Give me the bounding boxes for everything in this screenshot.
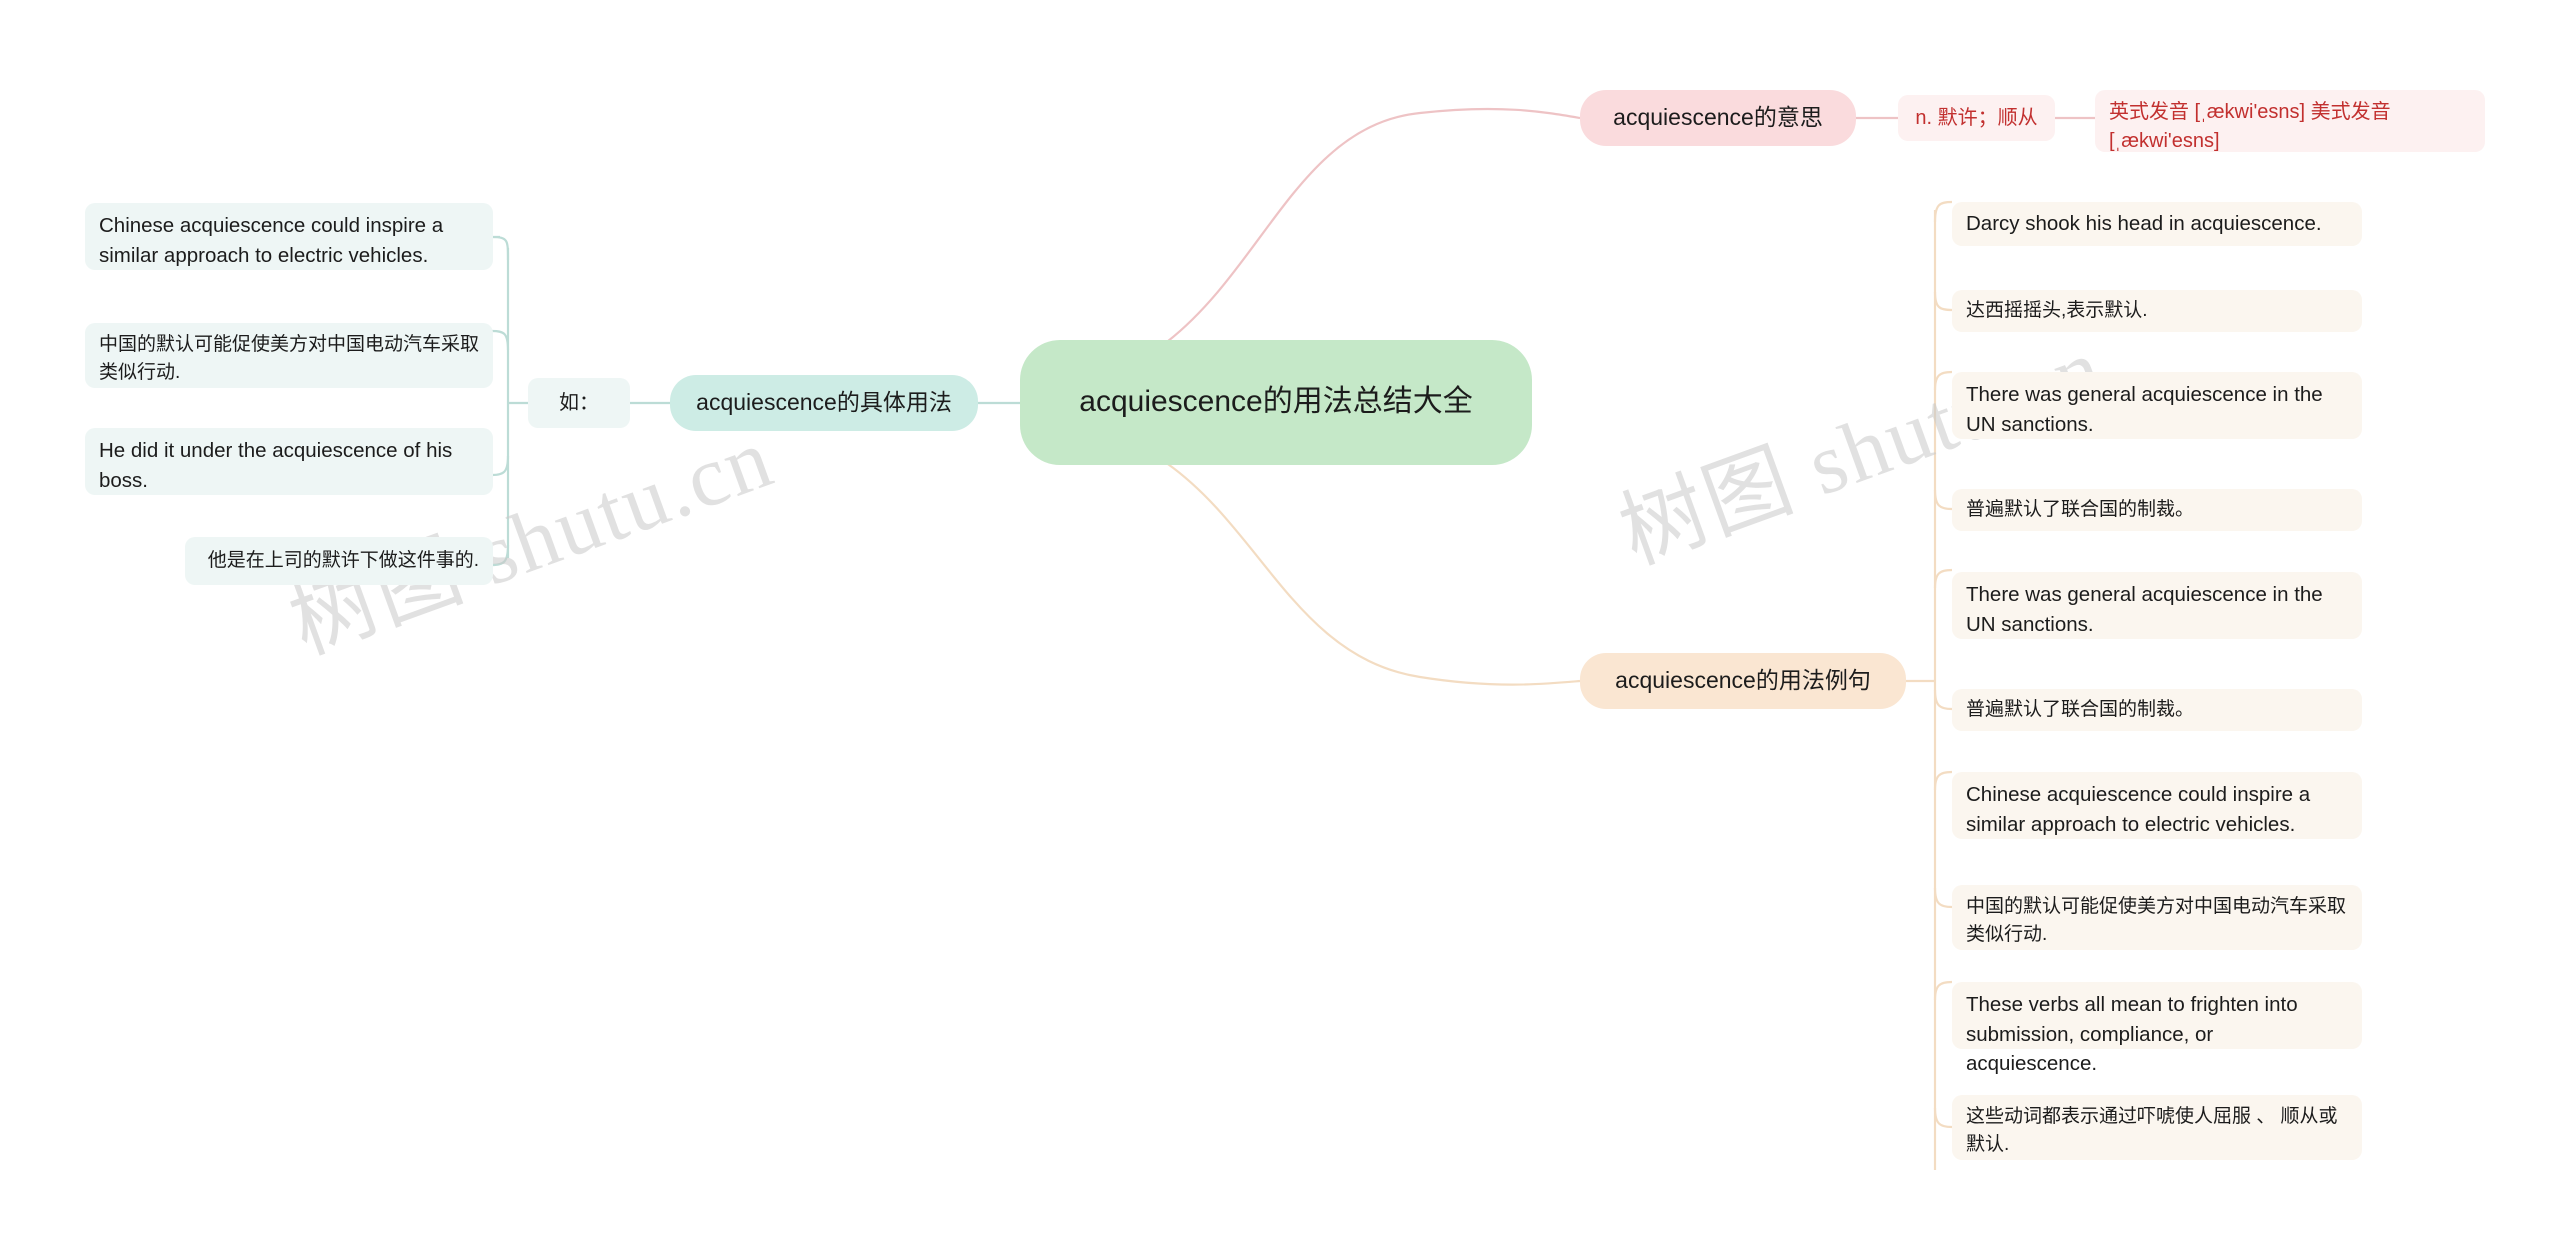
example-item-text: 普遍默认了联合国的制裁。	[1966, 699, 2195, 721]
meaning-definition-card[interactable]: n. 默许；顺从	[1898, 95, 2055, 141]
example-item-text: Chinese acquiescence could inspire a sim…	[1966, 783, 2311, 836]
root-node[interactable]: acquiescence的用法总结大全	[1020, 340, 1532, 465]
example-item-text: These verbs all mean to frighten into su…	[1966, 993, 2298, 1076]
example-item-text: 这些动词都表示通过吓唬使人屈服 、 顺从或默认.	[1966, 1106, 2338, 1155]
branch-usage[interactable]: acquiescence的具体用法	[670, 375, 978, 431]
usage-item-text: 中国的默认可能促使美方对中国电动汽车采取类似行动.	[99, 334, 480, 383]
usage-item-card[interactable]: 他是在上司的默许下做这件事的.	[185, 537, 493, 585]
example-item-card[interactable]: Chinese acquiescence could inspire a sim…	[1952, 772, 2362, 839]
example-item-card[interactable]: 普遍默认了联合国的制裁。	[1952, 489, 2362, 531]
usage-connector-label[interactable]: 如：	[528, 378, 630, 428]
example-item-text: There was general acquiescence in the UN…	[1966, 583, 2323, 636]
example-item-card[interactable]: 这些动词都表示通过吓唬使人屈服 、 顺从或默认.	[1952, 1095, 2362, 1160]
usage-connector-text: 如：	[559, 391, 599, 414]
branch-usage-label: acquiescence的具体用法	[696, 389, 952, 416]
meaning-pronunciation-text: 英式发音 [ˌækwi'esns] 美式发音 [ˌækwi'esns]	[2109, 101, 2391, 152]
branch-examples[interactable]: acquiescence的用法例句	[1580, 653, 1906, 709]
mindmap-nodes: acquiescence的用法总结大全 acquiescence的具体用法 如：…	[0, 0, 2560, 1255]
usage-item-text: 他是在上司的默许下做这件事的.	[207, 550, 479, 572]
example-item-card[interactable]: 中国的默认可能促使美方对中国电动汽车采取类似行动.	[1952, 885, 2362, 950]
example-item-text: 中国的默认可能促使美方对中国电动汽车采取类似行动.	[1966, 896, 2347, 945]
usage-item-card[interactable]: 中国的默认可能促使美方对中国电动汽车采取类似行动.	[85, 323, 493, 388]
example-item-text: There was general acquiescence in the UN…	[1966, 383, 2323, 436]
meaning-definition-text: n. 默许；顺从	[1915, 106, 2038, 129]
example-item-card[interactable]: There was general acquiescence in the UN…	[1952, 572, 2362, 639]
example-item-text: Darcy shook his head in acquiescence.	[1966, 212, 2322, 236]
branch-meaning-label: acquiescence的意思	[1613, 104, 1823, 131]
example-item-card[interactable]: 普遍默认了联合国的制裁。	[1952, 689, 2362, 731]
branch-meaning[interactable]: acquiescence的意思	[1580, 90, 1856, 146]
usage-item-text: Chinese acquiescence could inspire a sim…	[99, 214, 444, 267]
example-item-text: 达西摇摇头,表示默认.	[1966, 300, 2148, 322]
example-item-card[interactable]: These verbs all mean to frighten into su…	[1952, 982, 2362, 1075]
example-item-card[interactable]: There was general acquiescence in the UN…	[1952, 372, 2362, 439]
usage-item-card[interactable]: Chinese acquiescence could inspire a sim…	[85, 203, 493, 270]
usage-item-text: He did it under the acquiescence of his …	[99, 439, 453, 492]
example-item-text: 普遍默认了联合国的制裁。	[1966, 499, 2195, 521]
meaning-pronunciation-card[interactable]: 英式发音 [ˌækwi'esns] 美式发音 [ˌækwi'esns]	[2095, 90, 2485, 152]
usage-item-card[interactable]: He did it under the acquiescence of his …	[85, 428, 493, 495]
example-item-card[interactable]: Darcy shook his head in acquiescence.	[1952, 202, 2362, 246]
branch-examples-label: acquiescence的用法例句	[1615, 667, 1871, 694]
root-node-label: acquiescence的用法总结大全	[1079, 385, 1473, 419]
example-item-card[interactable]: 达西摇摇头,表示默认.	[1952, 290, 2362, 332]
